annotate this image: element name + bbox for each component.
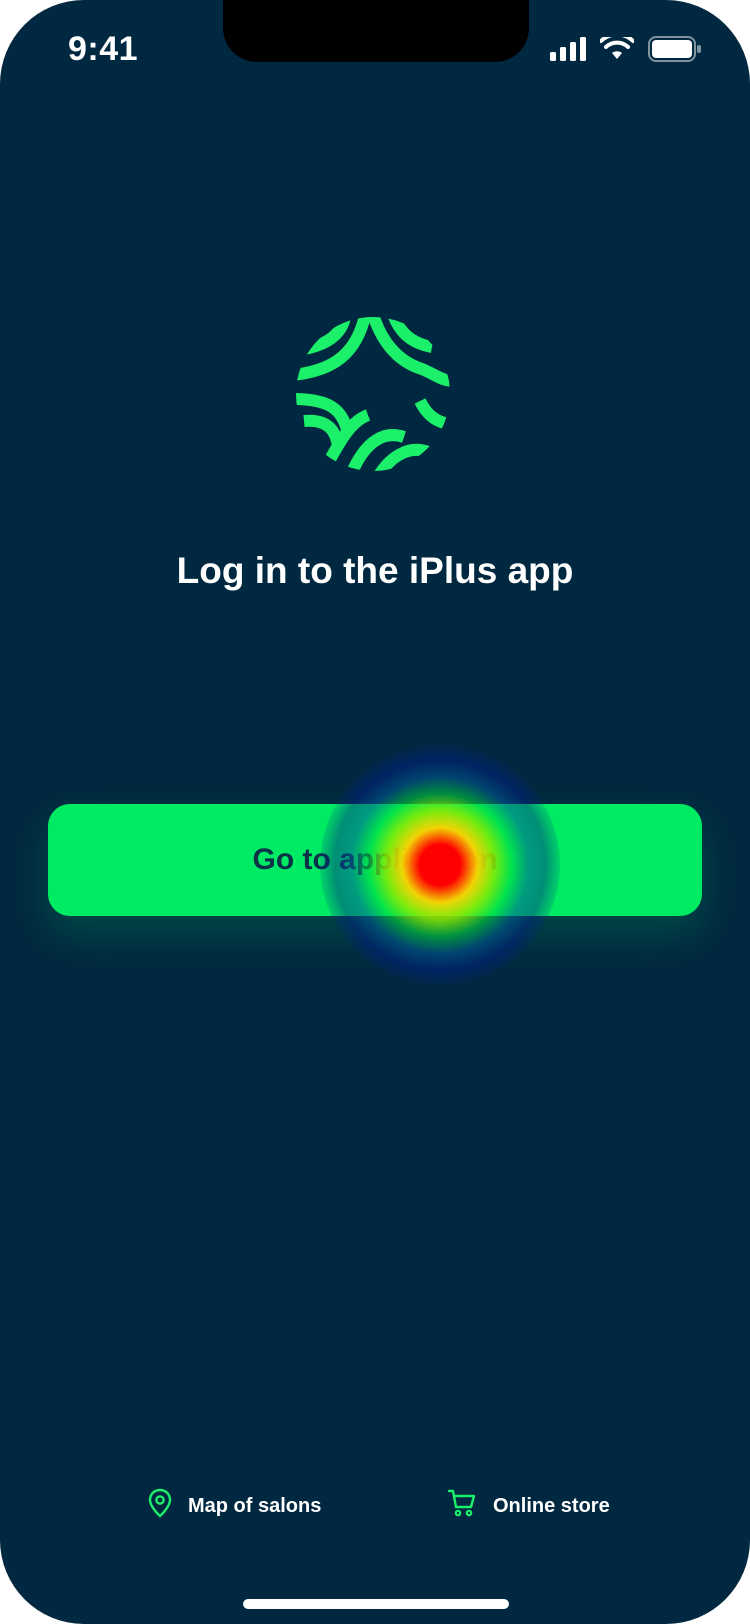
battery-icon — [648, 36, 702, 67]
cellular-signal-icon — [550, 37, 586, 66]
online-store-label: Online store — [493, 1494, 610, 1517]
login-headline: Log in to the iPlus app — [176, 550, 574, 591]
app-screen: 9:41 Log in to the iPlus app Go to appli… — [0, 0, 750, 1624]
device-notch — [223, 0, 529, 62]
online-store-link[interactable]: Online store — [447, 1488, 610, 1524]
cart-icon — [447, 1488, 477, 1524]
map-of-salons-link[interactable]: Map of salons — [148, 1488, 321, 1524]
footer-links: Map of salons Online store — [0, 1488, 750, 1528]
home-indicator[interactable] — [243, 1599, 509, 1609]
status-time: 9:41 — [68, 30, 139, 68]
go-to-application-button[interactable]: Go to application — [48, 804, 702, 916]
wifi-icon — [599, 32, 635, 66]
map-of-salons-label: Map of salons — [188, 1494, 322, 1517]
location-pin-icon — [148, 1488, 172, 1524]
status-icons — [550, 32, 702, 67]
iplus-logo — [296, 317, 450, 471]
